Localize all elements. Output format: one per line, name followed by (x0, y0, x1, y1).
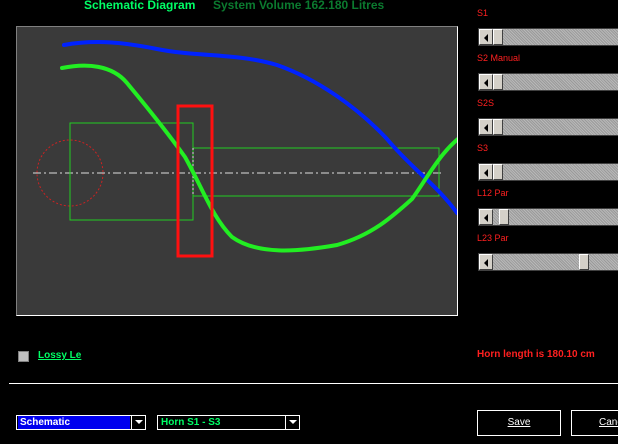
slider-thumb[interactable] (498, 209, 509, 225)
slider-thumb[interactable] (493, 74, 503, 90)
slider-s2s[interactable] (478, 118, 618, 136)
lossy-checkbox[interactable] (18, 351, 29, 362)
schematic-panel[interactable] (16, 26, 458, 316)
save-button[interactable]: Save (477, 410, 561, 436)
view-select-value: Schematic (18, 416, 130, 429)
scroll-left-button[interactable] (479, 209, 493, 225)
green-response-curve (60, 63, 457, 253)
cancel-button[interactable]: Canc (571, 410, 618, 436)
scroll-left-button[interactable] (479, 74, 493, 90)
chevron-down-icon[interactable] (131, 416, 145, 429)
slider-thumb[interactable] (493, 164, 503, 180)
position-marker[interactable] (176, 104, 214, 258)
page-title: Schematic Diagram (84, 0, 196, 12)
slider-label-s2s: S2S (477, 98, 495, 108)
slider-thumb[interactable] (579, 254, 590, 270)
slider-s2-manual[interactable] (478, 73, 618, 91)
slider-s3[interactable] (478, 163, 618, 181)
chevron-down-icon[interactable] (285, 416, 299, 429)
scroll-left-button[interactable] (479, 164, 493, 180)
slider-thumb[interactable] (493, 29, 503, 45)
horn-section-1 (69, 122, 194, 221)
lossy-label[interactable]: Lossy Le (38, 350, 81, 361)
slider-thumb[interactable] (493, 119, 503, 135)
slider-column: S1 S2 Manual S2S S3 L12 Par L23 Par (477, 8, 618, 278)
divider (9, 383, 618, 384)
slider-l23-par[interactable] (478, 253, 618, 271)
slider-label-l23-par: L23 Par (477, 233, 509, 243)
blue-response-curve (62, 40, 457, 215)
slider-label-s3: S3 (477, 143, 489, 153)
scroll-left-button[interactable] (479, 119, 493, 135)
horn-length-status: Horn length is 180.10 cm (477, 349, 595, 360)
scroll-left-button[interactable] (479, 29, 493, 45)
slider-l12-par[interactable] (478, 208, 618, 226)
slider-label-l12-par: L12 Par (477, 188, 509, 198)
slider-label-s1: S1 (477, 8, 489, 18)
slider-s1[interactable] (478, 28, 618, 46)
horn-select[interactable]: Horn S1 - S3 (157, 415, 300, 430)
slider-label-s2-manual: S2 Manual (477, 53, 521, 63)
schematic-drawing (33, 40, 457, 258)
horn-select-value: Horn S1 - S3 (161, 417, 221, 428)
system-volume-readout: System Volume 162.180 Litres (213, 0, 385, 12)
scroll-left-button[interactable] (479, 254, 493, 270)
view-select[interactable]: Schematic (16, 415, 146, 430)
